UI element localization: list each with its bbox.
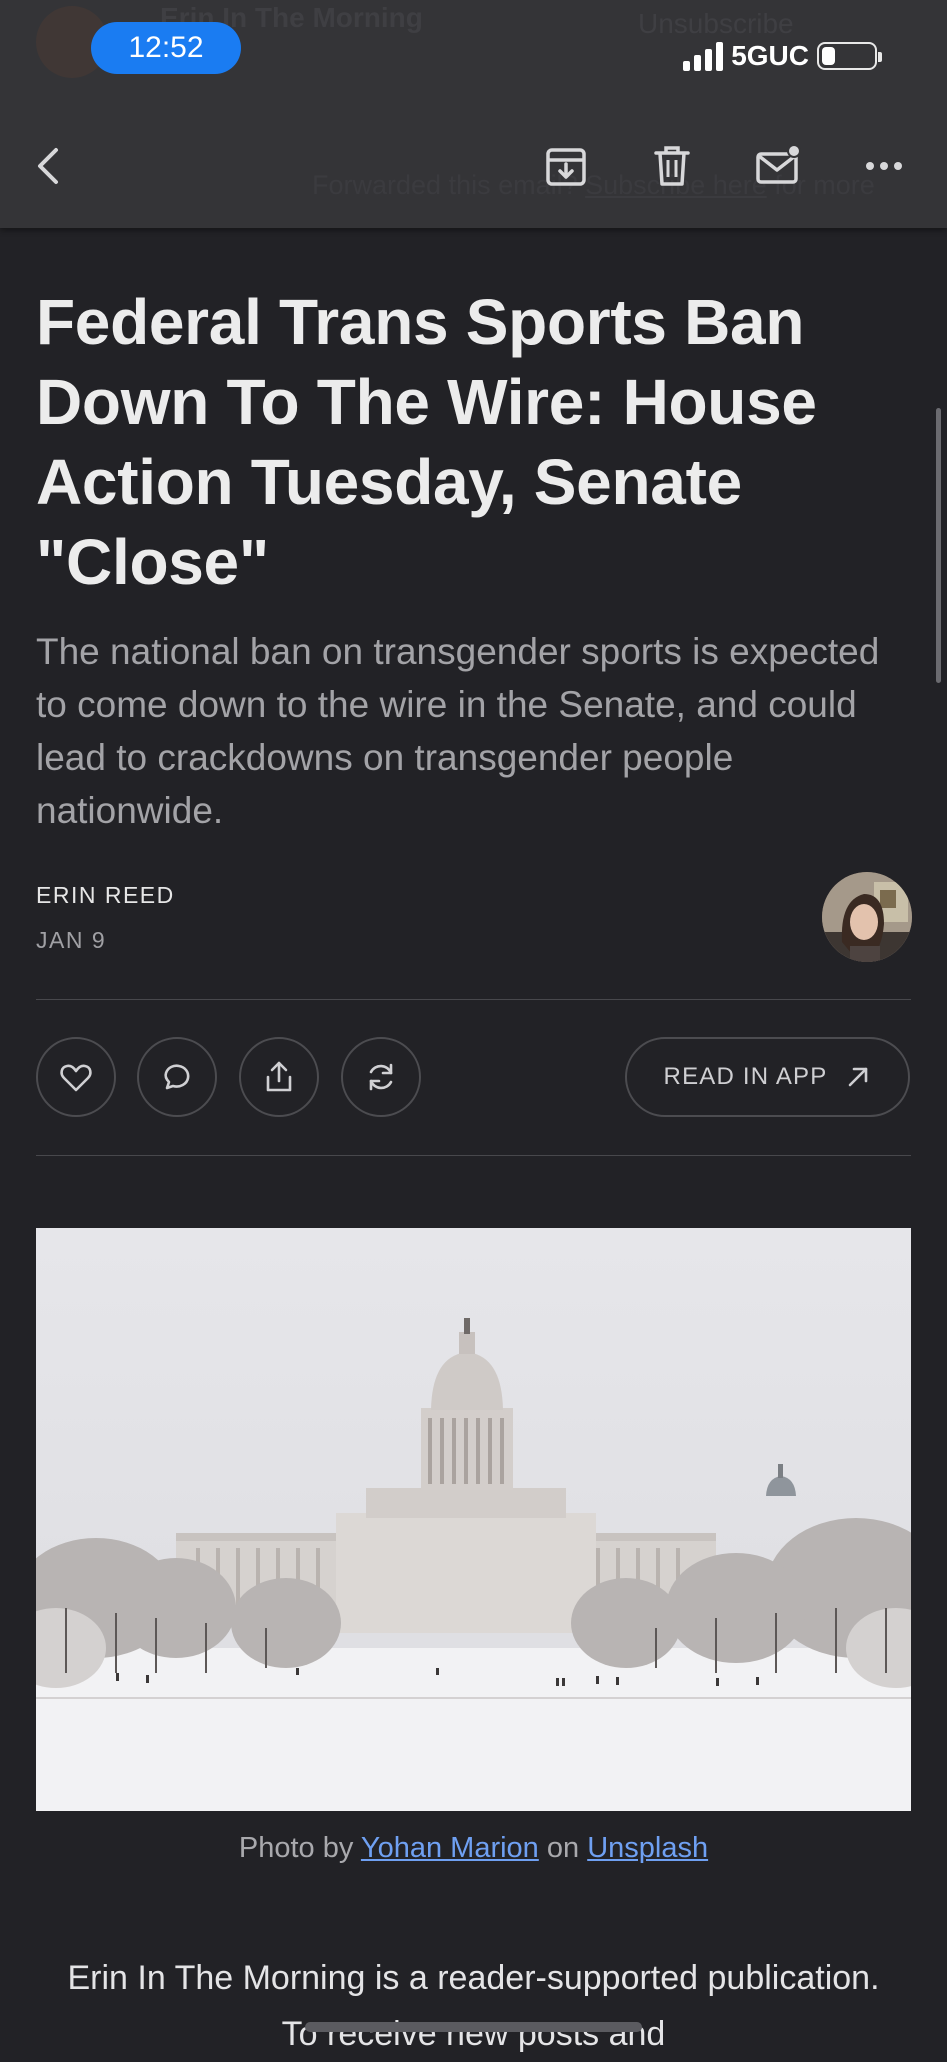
unsplash-link[interactable]: Unsplash <box>587 1832 708 1864</box>
battery-icon <box>817 42 882 70</box>
mark-unread-button[interactable] <box>754 142 802 190</box>
signal-icon <box>683 41 724 71</box>
more-horizontal-icon <box>866 162 902 170</box>
top-bar: Erin In The Morning Unsubscribe Forwarde… <box>0 0 947 228</box>
archive-button[interactable] <box>542 142 590 190</box>
divider-bottom <box>36 1155 911 1156</box>
status-time-text: 12:52 <box>128 31 204 64</box>
photographer-link[interactable]: Yohan Marion <box>361 1832 539 1864</box>
ghost-forwarded-prefix: Forwarded this email? <box>312 170 578 200</box>
article-title: Federal Trans Sports Ban Down To The Wir… <box>36 286 817 598</box>
status-indicators: 5GUC <box>683 36 882 76</box>
like-button[interactable] <box>36 1037 116 1117</box>
network-label: 5GUC <box>731 40 809 71</box>
mail-unread-icon <box>756 144 801 184</box>
photo-caption: Photo by Yohan Marion on Unsplash <box>0 1832 947 1865</box>
article-body-intro: Erin In The Morning is a reader-supporte… <box>67 1959 880 2053</box>
share-button[interactable] <box>239 1037 319 1117</box>
divider-top <box>36 999 911 1000</box>
author-avatar[interactable] <box>822 872 912 962</box>
article-photo <box>36 1228 911 1811</box>
restack-button[interactable] <box>341 1037 421 1117</box>
archive-icon <box>546 148 586 186</box>
home-indicator[interactable] <box>305 2022 642 2032</box>
trash-button[interactable] <box>648 142 696 190</box>
article-subtitle: The national ban on transgender sports i… <box>36 631 880 831</box>
back-button[interactable] <box>26 142 74 190</box>
caption-prefix: Photo by <box>238 1832 354 1864</box>
scrollbar[interactable] <box>936 408 941 683</box>
caption-middle: on <box>546 1832 580 1864</box>
publish-date: JAN 9 <box>36 927 107 953</box>
author-name[interactable]: ERIN REED <box>36 882 175 909</box>
share-icon <box>266 1061 292 1092</box>
status-time: 12:52 <box>91 22 241 74</box>
comment-button[interactable] <box>137 1037 217 1117</box>
refresh-icon <box>369 1063 393 1091</box>
comment-icon <box>164 1064 190 1090</box>
arrow-up-right-icon <box>849 1067 868 1087</box>
trash-icon <box>654 146 690 186</box>
heart-icon <box>60 1064 92 1092</box>
more-button[interactable] <box>860 142 908 190</box>
read-in-app-label: READ IN APP <box>663 1063 828 1090</box>
chevron-left-icon <box>38 148 58 184</box>
read-in-app-button[interactable]: READ IN APP <box>625 1037 910 1117</box>
